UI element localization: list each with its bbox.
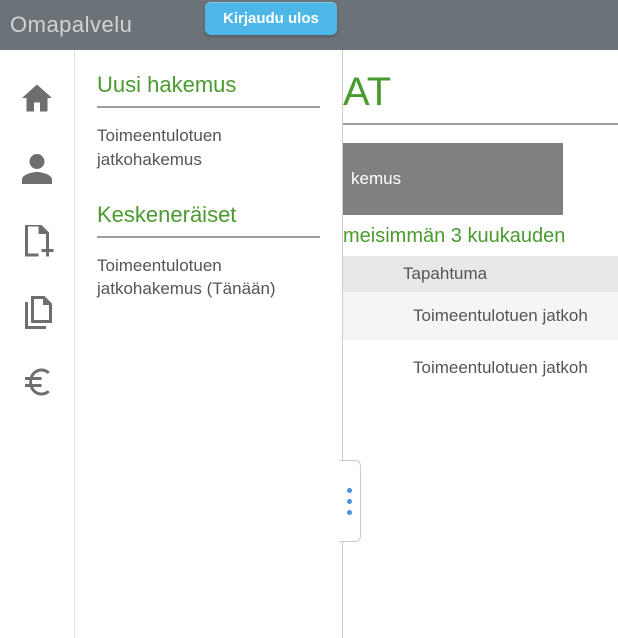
drag-handle-icon[interactable] xyxy=(339,460,361,542)
content-area: Uusi hakemus Toimeentulotuen jatkohakemu… xyxy=(0,50,618,638)
page-title: AT xyxy=(343,50,618,125)
divider xyxy=(97,106,320,108)
topbar: Omapalvelu Kirjaudu ulos xyxy=(0,0,618,50)
info-panel: kemus xyxy=(343,143,563,215)
new-document-icon[interactable] xyxy=(19,222,55,258)
flyout-heading-new: Uusi hakemus xyxy=(97,72,320,98)
icon-rail xyxy=(0,50,75,638)
documents-icon[interactable] xyxy=(19,293,55,329)
main-area: AT kemus meisimmän 3 kuukauden Tapahtuma… xyxy=(343,50,618,638)
home-icon[interactable] xyxy=(19,80,55,116)
euro-icon[interactable] xyxy=(19,364,55,400)
sub-heading: meisimmän 3 kuukauden xyxy=(343,215,618,256)
logout-button[interactable]: Kirjaudu ulos xyxy=(205,2,337,35)
panel-text: kemus xyxy=(351,169,401,189)
person-icon[interactable] xyxy=(19,151,55,187)
table-row[interactable]: Toimeentulotuen jatkoh xyxy=(343,292,618,344)
flyout-link-new-application[interactable]: Toimeentulotuen jatkohakemus xyxy=(97,124,320,172)
divider xyxy=(97,236,320,238)
table-row[interactable]: Toimeentulotuen jatkoh xyxy=(343,344,618,396)
brand-title: Omapalvelu xyxy=(10,12,132,38)
table-header: Tapahtuma xyxy=(343,256,618,292)
flyout-panel: Uusi hakemus Toimeentulotuen jatkohakemu… xyxy=(75,50,343,638)
flyout-heading-drafts: Keskeneräiset xyxy=(97,202,320,228)
flyout-link-draft-application[interactable]: Toimeentulotuen jatkohakemus (Tänään) xyxy=(97,254,320,302)
